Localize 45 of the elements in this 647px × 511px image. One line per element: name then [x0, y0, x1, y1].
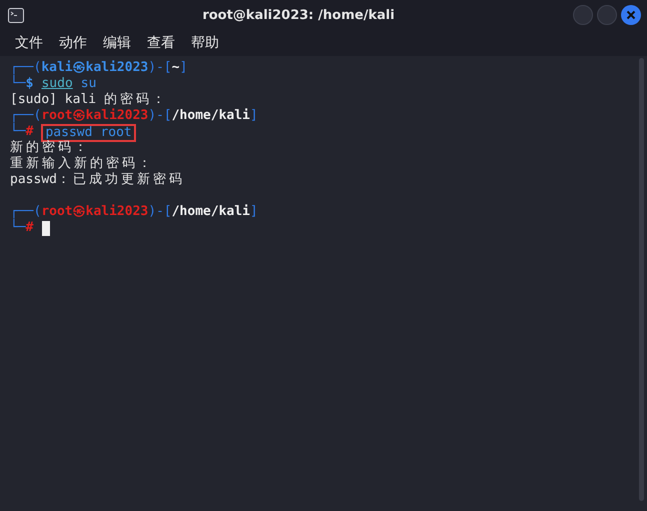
command-word: passwd	[45, 125, 92, 140]
prompt-at-sign: ㉿	[72, 204, 86, 220]
window-title: root@kali2023: /home/kali	[201, 8, 396, 22]
output-text: passwd：已成功更新密码	[10, 172, 183, 188]
prompt-user: root	[41, 108, 73, 124]
prompt-frame: )-[	[148, 204, 172, 220]
close-button[interactable]	[621, 5, 641, 25]
prompt-frame: ┌──(	[10, 60, 42, 76]
menu-item[interactable]: 文件	[8, 32, 50, 54]
prompt-path: ~	[172, 60, 180, 76]
output-text: 新的密码：	[10, 140, 88, 156]
prompt-symbol: #	[26, 220, 34, 236]
scrollbar[interactable]	[639, 58, 644, 501]
command-word: sudo	[41, 76, 73, 91]
prompt-at-sign: ㉿	[72, 60, 86, 76]
menu-item[interactable]: 查看	[140, 32, 182, 54]
output-text: [sudo] kali 的密码：	[10, 92, 166, 108]
command-word: su	[80, 76, 96, 91]
prompt-frame: )-[	[148, 108, 172, 124]
prompt-frame: └─	[10, 124, 26, 140]
menu-item[interactable]: 动作	[52, 32, 94, 54]
terminal-icon	[8, 8, 24, 22]
prompt-path: /home/kali	[172, 204, 250, 220]
menu-item[interactable]: 编辑	[96, 32, 138, 54]
prompt-frame: ]	[180, 60, 188, 76]
prompt-at-sign: ㉿	[72, 108, 86, 124]
prompt-host: kali2023	[86, 204, 148, 220]
prompt-path: /home/kali	[172, 108, 250, 124]
prompt-frame: ┌──(	[10, 108, 42, 124]
prompt-user: kali	[41, 60, 73, 76]
prompt-frame: ]	[250, 204, 258, 220]
prompt-user: root	[41, 204, 73, 220]
prompt-frame: └─	[10, 76, 26, 92]
minimize-button[interactable]	[573, 5, 593, 25]
prompt-symbol: #	[26, 124, 34, 140]
prompt-frame: ]	[250, 108, 258, 124]
prompt-frame: ┌──(	[10, 204, 42, 220]
output-text: 重新输入新的密码：	[10, 156, 152, 172]
prompt-frame: └─	[10, 220, 26, 236]
command-word: root	[100, 125, 132, 140]
menu-item[interactable]: 帮助	[184, 32, 226, 54]
prompt-host: kali2023	[86, 60, 148, 76]
prompt-frame: )-[	[148, 60, 172, 76]
prompt-symbol: $	[26, 76, 34, 92]
prompt-host: kali2023	[86, 108, 148, 124]
